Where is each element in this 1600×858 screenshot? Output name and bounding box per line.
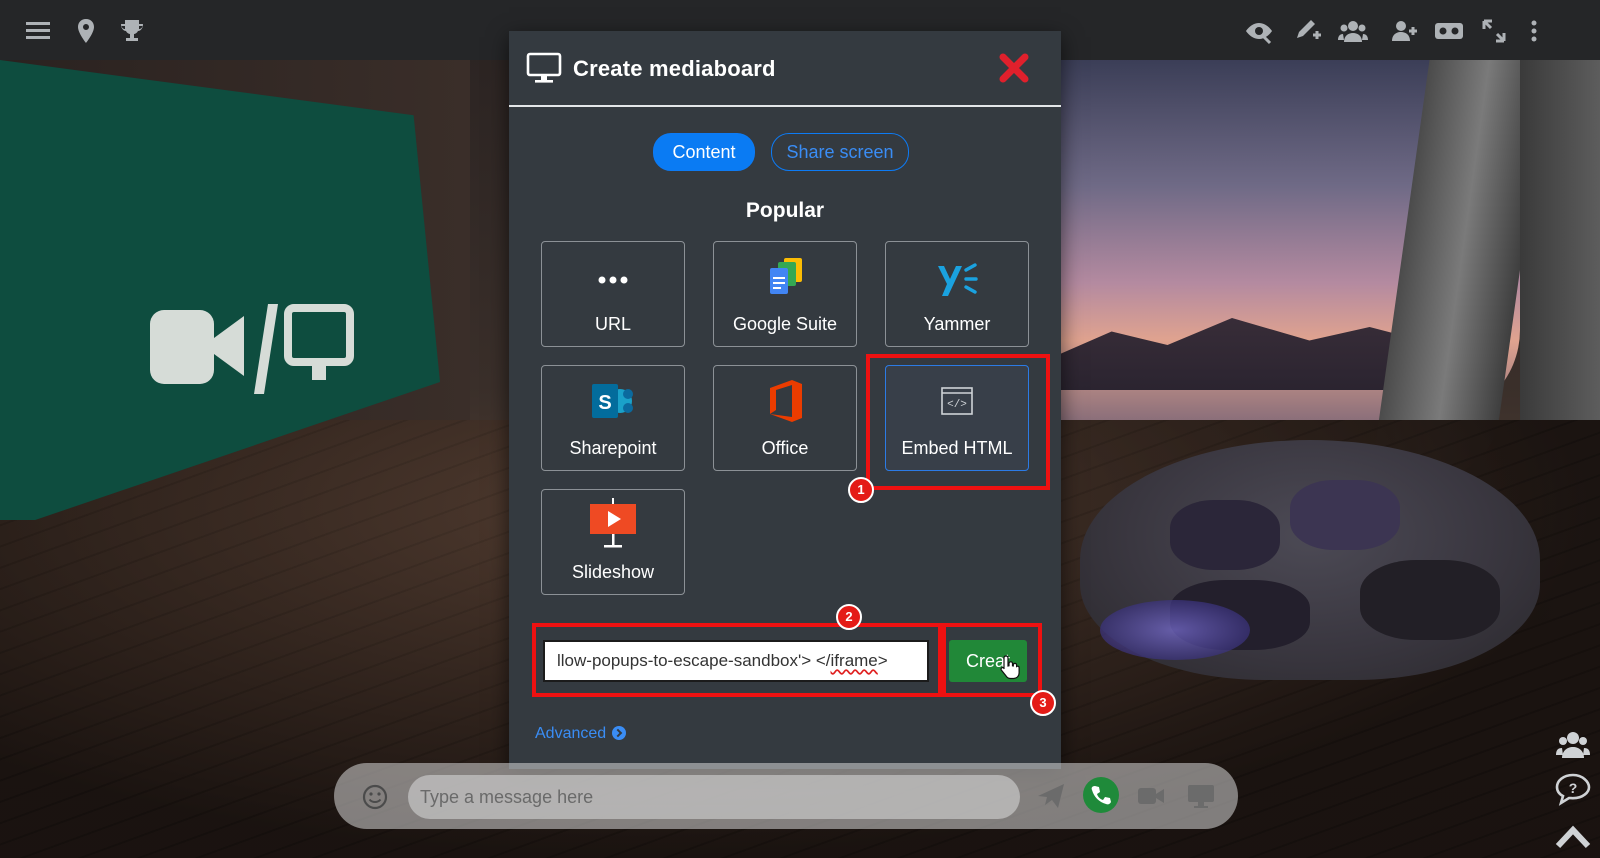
step-badge-3: 3 — [1030, 690, 1056, 716]
video-camera-icon[interactable] — [1136, 781, 1166, 811]
location-pin-icon[interactable] — [72, 17, 100, 45]
menu-icon[interactable] — [24, 17, 52, 45]
vr-headset-icon[interactable] — [1434, 17, 1464, 45]
advanced-label: Advanced — [535, 725, 607, 742]
more-vertical-icon[interactable] — [1524, 17, 1544, 45]
tile-label: URL — [594, 314, 631, 334]
chevron-right-icon — [612, 726, 627, 740]
slideshow-icon — [588, 496, 638, 548]
tile-slideshow[interactable]: Slideshow — [541, 489, 685, 595]
eye-icon[interactable] — [1244, 17, 1274, 45]
step-badge-2: 2 — [836, 604, 862, 630]
popular-heading: Popular — [745, 199, 825, 222]
tile-label: Yammer — [923, 314, 991, 334]
svg-text:S: S — [598, 392, 611, 414]
screen-share-icon[interactable] — [1186, 781, 1216, 811]
phone-call-icon[interactable] — [1082, 776, 1120, 814]
tile-label: Google Suite — [732, 314, 838, 334]
tile-sharepoint[interactable]: S Sharepoint — [541, 365, 685, 471]
tab-share-screen[interactable]: Share screen — [771, 133, 909, 171]
tile-label: Sharepoint — [569, 438, 657, 458]
sharepoint-icon: S — [588, 376, 638, 426]
chat-bar: Type a message here — [334, 763, 1238, 829]
users-icon[interactable] — [1338, 17, 1368, 45]
add-user-icon[interactable] — [1390, 17, 1418, 45]
source-tabs: Content Share screen — [509, 133, 1061, 171]
highlight-create-button — [942, 623, 1042, 697]
chat-message-input[interactable]: Type a message here — [408, 775, 1020, 819]
emoji-icon[interactable] — [361, 783, 389, 811]
board-media-icons — [148, 298, 358, 403]
camera-screen-icon — [150, 304, 354, 394]
cushion — [1170, 500, 1280, 570]
monitor-icon — [526, 52, 562, 84]
fullscreen-icon[interactable] — [1480, 17, 1508, 45]
trophy-icon[interactable] — [118, 17, 146, 45]
tile-office[interactable]: Office — [713, 365, 857, 471]
svg-text:?: ? — [1569, 780, 1578, 796]
help-chat-icon[interactable]: ? — [1554, 772, 1592, 806]
draw-add-icon[interactable] — [1294, 17, 1322, 45]
office-icon — [760, 376, 810, 426]
ellipsis-icon — [588, 252, 638, 302]
cushion — [1360, 560, 1500, 640]
send-icon[interactable] — [1036, 781, 1066, 811]
advanced-toggle[interactable]: Advanced — [535, 725, 627, 743]
tile-url[interactable]: URL — [541, 241, 685, 347]
yammer-icon — [932, 252, 982, 302]
close-icon[interactable] — [997, 51, 1031, 85]
participants-icon[interactable] — [1556, 728, 1590, 762]
tile-label: Office — [761, 438, 809, 458]
highlight-embed-html — [866, 354, 1050, 490]
glowing-pool — [1100, 600, 1250, 660]
step-badge-1: 1 — [848, 477, 874, 503]
tile-label: Slideshow — [571, 562, 655, 582]
tile-yammer[interactable]: Yammer — [885, 241, 1029, 347]
google-suite-icon — [760, 252, 810, 302]
dialog-header: Create mediaboard — [509, 31, 1061, 107]
cushion — [1290, 480, 1400, 550]
tab-content[interactable]: Content — [653, 133, 755, 171]
chevron-up-icon[interactable] — [1554, 820, 1592, 850]
highlight-embed-input — [532, 623, 942, 697]
tile-google-suite[interactable]: Google Suite — [713, 241, 857, 347]
dialog-title: Create mediaboard — [573, 56, 776, 81]
